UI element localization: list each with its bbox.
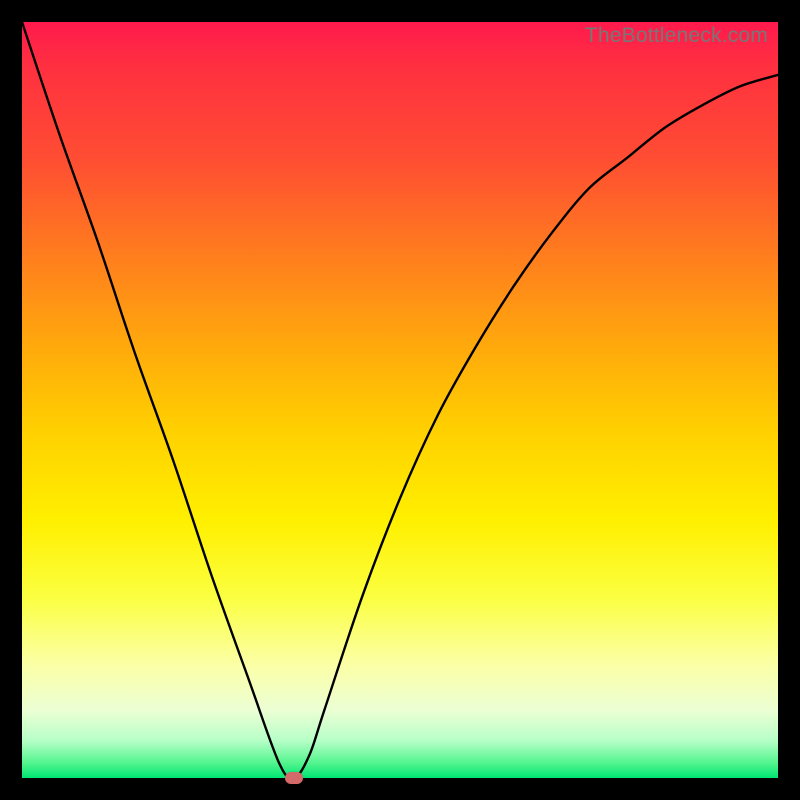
bottleneck-curve <box>22 22 778 778</box>
minimum-marker <box>285 772 303 784</box>
chart-frame: TheBottleneck.com <box>0 0 800 800</box>
watermark-text: TheBottleneck.com <box>585 24 768 48</box>
plot-area: TheBottleneck.com <box>22 22 778 778</box>
